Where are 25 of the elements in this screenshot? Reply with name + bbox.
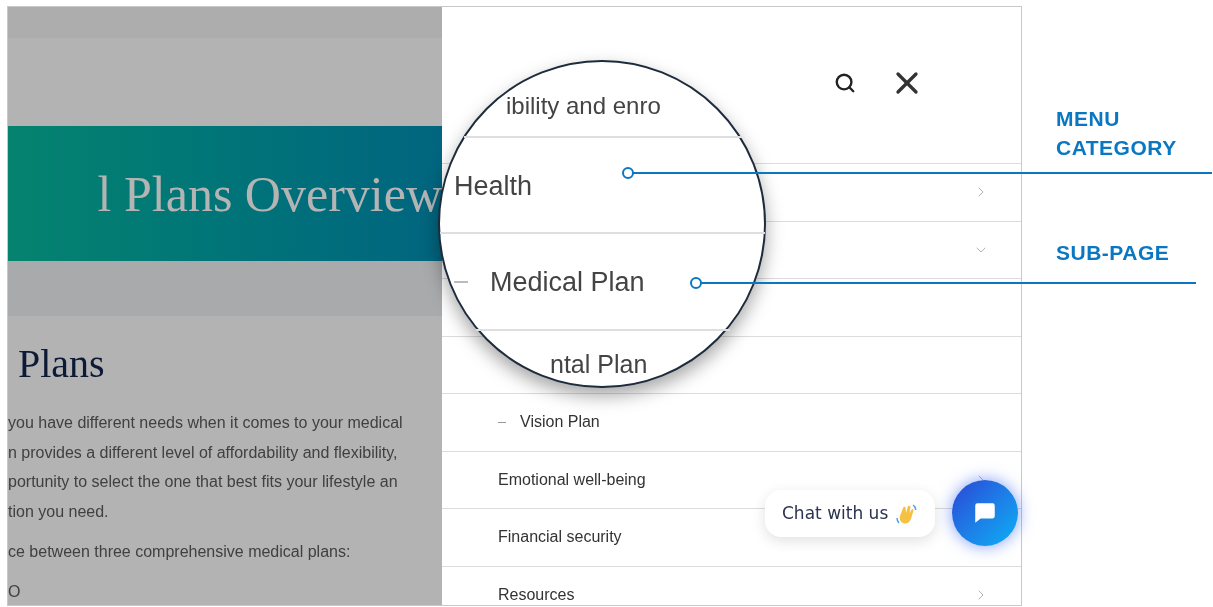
banner-title: l Plans Overview [97, 168, 442, 219]
magnified-sub-page-text: ntal Plan [550, 350, 648, 378]
paragraph-line: tion you need. [8, 501, 110, 522]
search-icon [834, 72, 856, 94]
dash-icon [498, 421, 506, 423]
callout-label: SUB-PAGE [1056, 240, 1171, 266]
sub-page-link[interactable]: Vision Plan [520, 410, 600, 435]
paragraph-line: portunity to select the one that best fits your lifestyle an [8, 472, 399, 492]
chat-bubble[interactable]: Chat with us [765, 490, 936, 537]
menu-category-link[interactable]: Financial security [498, 525, 622, 550]
magnified-sub-page-text: Medical Plan [490, 266, 645, 298]
list-item-text: O [8, 584, 22, 600]
menu-category-link[interactable]: Emotional well-being [498, 467, 646, 492]
intro-text: ce between three comprehensive medical plans: [8, 542, 352, 562]
paragraph-line: n provides a different level of affordability and flexibility, [8, 442, 399, 463]
paragraph-line: you have different needs when it comes to your medical [8, 413, 404, 433]
magnified-category-text: Health [454, 170, 533, 202]
menu-category-link[interactable]: Resources [498, 582, 575, 605]
chat-icon [972, 500, 998, 526]
dash-icon [454, 281, 468, 283]
callout-label: MENU CATEGORY [1056, 106, 1178, 161]
page-heading: Plans [18, 344, 106, 384]
chat-label: Chat with us [782, 501, 889, 525]
magnified-menu-text: ibility and enro [506, 92, 661, 120]
waving-hand-icon [894, 501, 919, 526]
